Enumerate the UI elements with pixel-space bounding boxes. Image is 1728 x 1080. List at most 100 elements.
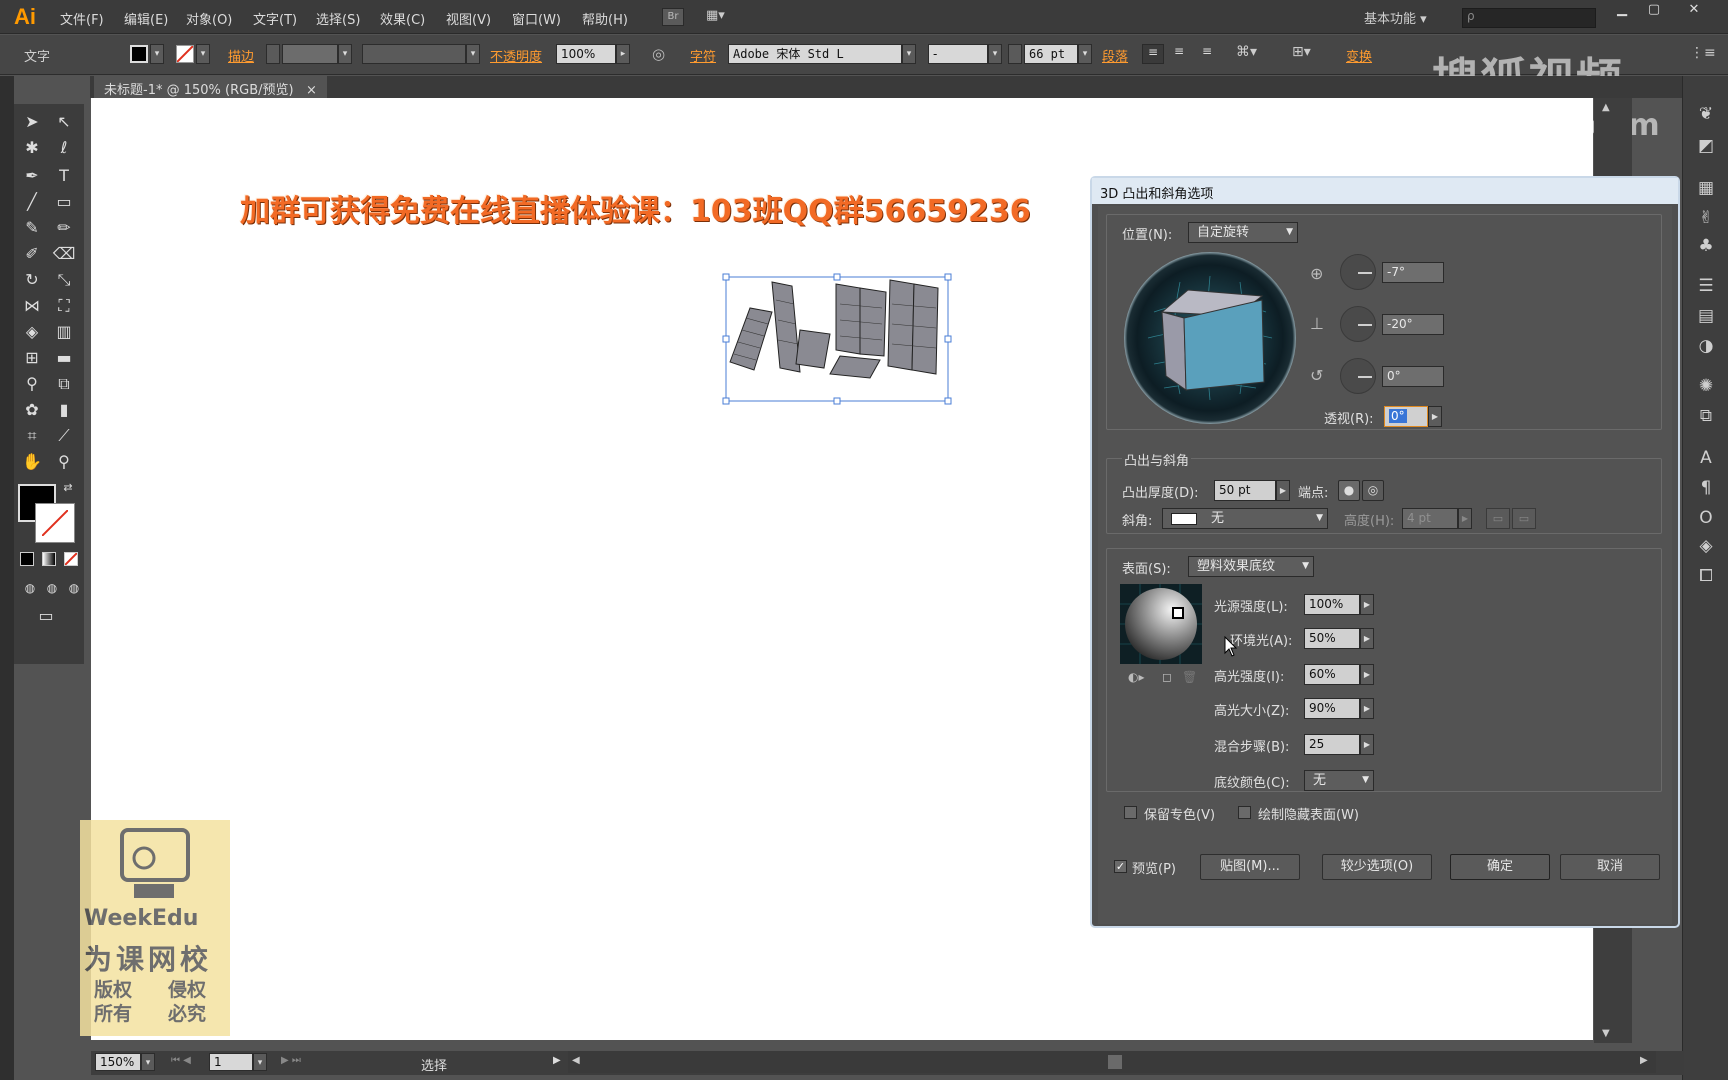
menu-select[interactable]: 选择(S) (316, 9, 360, 28)
color-mode-icon[interactable] (20, 552, 34, 566)
align-objects-icon[interactable]: ⊞▾ (1292, 44, 1311, 60)
scroll-up-icon[interactable]: ▲ (1602, 102, 1610, 113)
surface-select[interactable]: 塑料效果底纹 ▼ (1188, 556, 1314, 577)
horizontal-scrollbar-thumb[interactable] (1108, 1055, 1122, 1069)
bevel-extent-in-icon[interactable]: ▭ (1512, 508, 1536, 529)
bevel-extent-out-icon[interactable]: ▭ (1486, 508, 1510, 529)
fill-dropdown[interactable]: ▾ (150, 44, 164, 64)
first-artboard-icon[interactable]: ⏮ ◀ (171, 1055, 191, 1066)
pen-tool-icon[interactable]: ✒ (20, 164, 44, 188)
font-style-dropdown[interactable]: ▾ (988, 44, 1002, 64)
highlight-size-field[interactable]: 90% (1304, 698, 1360, 719)
rotate-tool-icon[interactable]: ↻ (20, 268, 44, 292)
graphic-styles-icon[interactable]: ⧉ (1693, 406, 1719, 430)
tab-close-icon[interactable]: × (306, 83, 317, 98)
character-panel-icon[interactable]: A (1693, 448, 1719, 472)
map-art-button[interactable]: 贴图(M)... (1200, 854, 1300, 880)
highlight-intensity-field[interactable]: 60% (1304, 664, 1360, 685)
shading-color-select[interactable]: 无 ▼ (1304, 770, 1374, 791)
blend-tool-icon[interactable]: ⧉ (52, 372, 76, 396)
height-arrow[interactable]: ▶ (1458, 508, 1472, 529)
paragraph-panel-icon[interactable]: ¶ (1693, 478, 1719, 502)
draw-normal-icon[interactable]: ◍ (18, 576, 42, 600)
maximize-button[interactable]: ▢ (1638, 2, 1670, 20)
fill-swatch[interactable] (130, 45, 148, 63)
cap-on-icon[interactable]: ● (1338, 480, 1360, 501)
document-tab[interactable]: 未标题-1* @ 150% (RGB/预览) × (94, 76, 327, 98)
character-label[interactable]: 字符 (690, 46, 716, 65)
last-artboard-icon[interactable]: ▶ ⏭ (281, 1055, 301, 1066)
arrange-documents-icon[interactable]: ▦▾ (706, 8, 740, 26)
x-rotation-field[interactable]: -7° (1382, 262, 1444, 283)
menu-edit[interactable]: 编辑(E) (124, 9, 168, 28)
opacity-dropdown[interactable]: ▸ (616, 44, 630, 64)
light-intensity-field[interactable]: 100% (1304, 594, 1360, 615)
stroke-weight-dropdown[interactable]: ▾ (338, 44, 352, 64)
rectangle-tool-icon[interactable]: ▭ (52, 190, 76, 214)
panel-menu-icon[interactable]: ⋮≡ (1690, 45, 1716, 61)
preview-checkbox[interactable]: ✓ (1114, 860, 1127, 873)
move-light-back-icon[interactable]: ◐▸ (1128, 670, 1145, 684)
stroke-weight-stepper[interactable] (266, 44, 280, 64)
none-mode-icon[interactable] (64, 552, 78, 566)
menu-help[interactable]: 帮助(H) (582, 9, 628, 28)
ok-button[interactable]: 确定 (1450, 854, 1550, 880)
appearance-icon[interactable]: ✺ (1693, 376, 1719, 400)
width-tool-icon[interactable]: ⋈ (20, 294, 44, 318)
light-intensity-arrow[interactable]: ▶ (1360, 594, 1374, 615)
lasso-tool-icon[interactable]: ℓ (52, 136, 76, 160)
font-style-field[interactable]: - (928, 44, 988, 64)
menu-effect[interactable]: 效果(C) (380, 9, 425, 28)
layers-icon[interactable]: ◈ (1693, 536, 1719, 560)
draw-behind-icon[interactable]: ◍ (40, 576, 64, 600)
envelope-warp-icon[interactable]: ⌘▾ (1236, 44, 1257, 60)
y-rotation-field[interactable]: -20° (1382, 314, 1444, 335)
perspective-field[interactable]: 0° (1384, 406, 1428, 427)
symbol-sprayer-tool-icon[interactable]: ✿ (20, 398, 44, 422)
stroke-label[interactable]: 描边 (228, 46, 254, 65)
bevel-select[interactable]: 无 ▼ (1162, 508, 1328, 529)
font-size-dropdown[interactable]: ▾ (1078, 44, 1092, 64)
artboards-panel-icon[interactable]: ⧠ (1693, 566, 1719, 590)
align-left-icon[interactable]: ≡ (1142, 44, 1164, 64)
highlight-intensity-arrow[interactable]: ▶ (1360, 664, 1374, 685)
delete-light-icon[interactable]: 🗑 (1182, 670, 1197, 684)
stroke-dropdown[interactable]: ▾ (196, 44, 210, 64)
transparency-icon[interactable]: ◑ (1693, 336, 1719, 360)
swatches-icon[interactable]: ▦ (1693, 178, 1719, 202)
menu-view[interactable]: 视图(V) (446, 9, 491, 28)
stroke-swatch[interactable] (176, 45, 194, 63)
x-rotation-dial[interactable] (1340, 254, 1376, 290)
extrude-depth-field[interactable]: 50 pt (1214, 480, 1276, 501)
ambient-light-field[interactable]: 50% (1304, 628, 1360, 649)
screen-mode-icon[interactable]: ▭ (34, 604, 58, 628)
perspective-grid-tool-icon[interactable]: ▥ (52, 320, 76, 344)
menu-window[interactable]: 窗口(W) (512, 9, 561, 28)
gradient-panel-icon[interactable]: ▤ (1693, 306, 1719, 330)
variable-width-profile[interactable] (362, 44, 466, 64)
font-size-stepper[interactable] (1008, 44, 1022, 64)
direct-selection-tool-icon[interactable]: ↖ (52, 110, 76, 134)
align-center-icon[interactable]: ≡ (1168, 44, 1190, 64)
color-guide-icon[interactable]: ❦ (1693, 104, 1719, 128)
align-right-icon[interactable]: ≡ (1196, 44, 1218, 64)
height-field[interactable]: 4 pt (1402, 508, 1458, 529)
perspective-slider-arrow[interactable]: ▶ (1428, 406, 1442, 427)
magic-wand-tool-icon[interactable]: ✱ (20, 136, 44, 160)
menu-type[interactable]: 文字(T) (253, 9, 297, 28)
artboard-tool-icon[interactable]: ⌗ (20, 424, 44, 448)
paragraph-label[interactable]: 段落 (1102, 46, 1128, 65)
transform-label[interactable]: 变换 (1346, 46, 1372, 65)
font-family-dropdown[interactable]: ▾ (902, 44, 916, 64)
line-tool-icon[interactable]: ╱ (20, 190, 44, 214)
eyedropper-tool-icon[interactable]: ⚲ (20, 372, 44, 396)
stroke-color-swatch[interactable] (35, 503, 75, 543)
zoom-tool-icon[interactable]: ⚲ (52, 450, 76, 474)
new-light-icon[interactable]: ◻ (1162, 670, 1172, 684)
z-rotation-field[interactable]: 0° (1382, 366, 1444, 387)
y-rotation-dial[interactable] (1340, 306, 1376, 342)
swap-colors-icon[interactable]: ⇄ (56, 476, 80, 500)
brushes-icon[interactable]: ✌ (1693, 208, 1719, 232)
pencil-tool-icon[interactable]: ✏ (52, 216, 76, 240)
minimize-button[interactable]: ▁ (1606, 2, 1638, 20)
